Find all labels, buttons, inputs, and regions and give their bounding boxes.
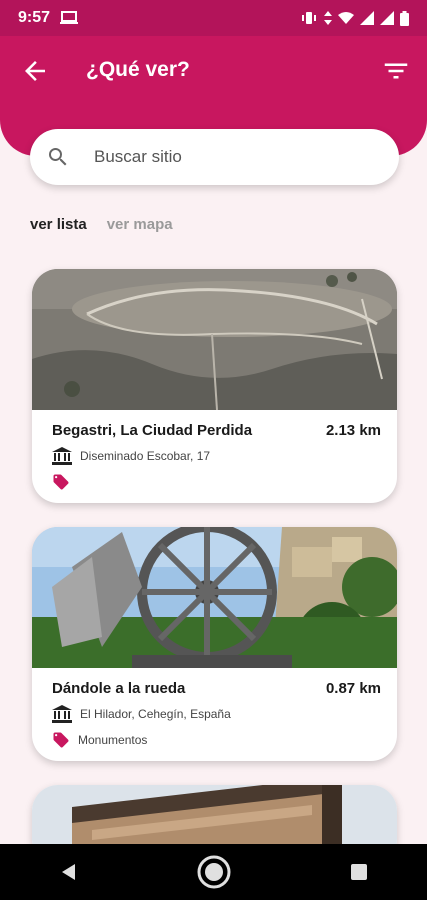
signal-icon-secondary <box>380 11 394 25</box>
home-circle-icon[interactable] <box>197 855 231 889</box>
status-bar: 9:57 <box>0 0 427 36</box>
place-category: Monumentos <box>78 733 148 747</box>
place-card[interactable]: Dándole a la rueda 0.87 km El Hilador, C… <box>32 527 397 761</box>
place-image <box>32 527 397 668</box>
back-arrow-icon[interactable] <box>20 56 50 86</box>
status-time: 9:57 <box>18 9 51 26</box>
tag-icon <box>53 732 69 748</box>
search-icon <box>49 148 67 166</box>
place-card[interactable]: Begastri, La Ciudad Perdida 2.13 km Dise… <box>32 269 397 503</box>
place-title: Dándole a la rueda <box>52 680 186 697</box>
recents-square-icon[interactable] <box>350 863 368 881</box>
place-address: El Hilador, Cehegín, España <box>80 707 231 721</box>
search-bar[interactable] <box>30 129 399 185</box>
view-tabs: ver lista ver mapa <box>30 216 173 233</box>
museum-icon <box>52 705 72 723</box>
laptop-icon <box>60 11 79 24</box>
museum-icon <box>52 447 72 465</box>
tab-list[interactable]: ver lista <box>30 216 87 233</box>
system-nav-bar <box>0 844 427 900</box>
place-image <box>32 269 397 410</box>
vibrate-icon <box>302 12 316 24</box>
place-distance: 2.13 km <box>325 422 381 439</box>
place-title: Begastri, La Ciudad Perdida <box>52 422 253 439</box>
wifi-icon <box>338 12 354 24</box>
ruins-aerial-image <box>32 269 397 410</box>
search-input[interactable] <box>92 146 356 168</box>
place-address: Diseminado Escobar, 17 <box>80 449 211 463</box>
back-triangle-icon[interactable] <box>59 862 79 882</box>
battery-icon <box>400 10 409 26</box>
place-distance: 0.87 km <box>325 680 381 697</box>
data-arrows-icon <box>324 11 332 25</box>
wheel-sculpture-image <box>32 527 397 668</box>
tab-map[interactable]: ver mapa <box>107 216 173 233</box>
signal-icon <box>360 11 374 25</box>
filter-icon[interactable] <box>381 56 411 86</box>
tag-icon <box>53 474 69 490</box>
page-title: ¿Qué ver? <box>86 58 190 81</box>
